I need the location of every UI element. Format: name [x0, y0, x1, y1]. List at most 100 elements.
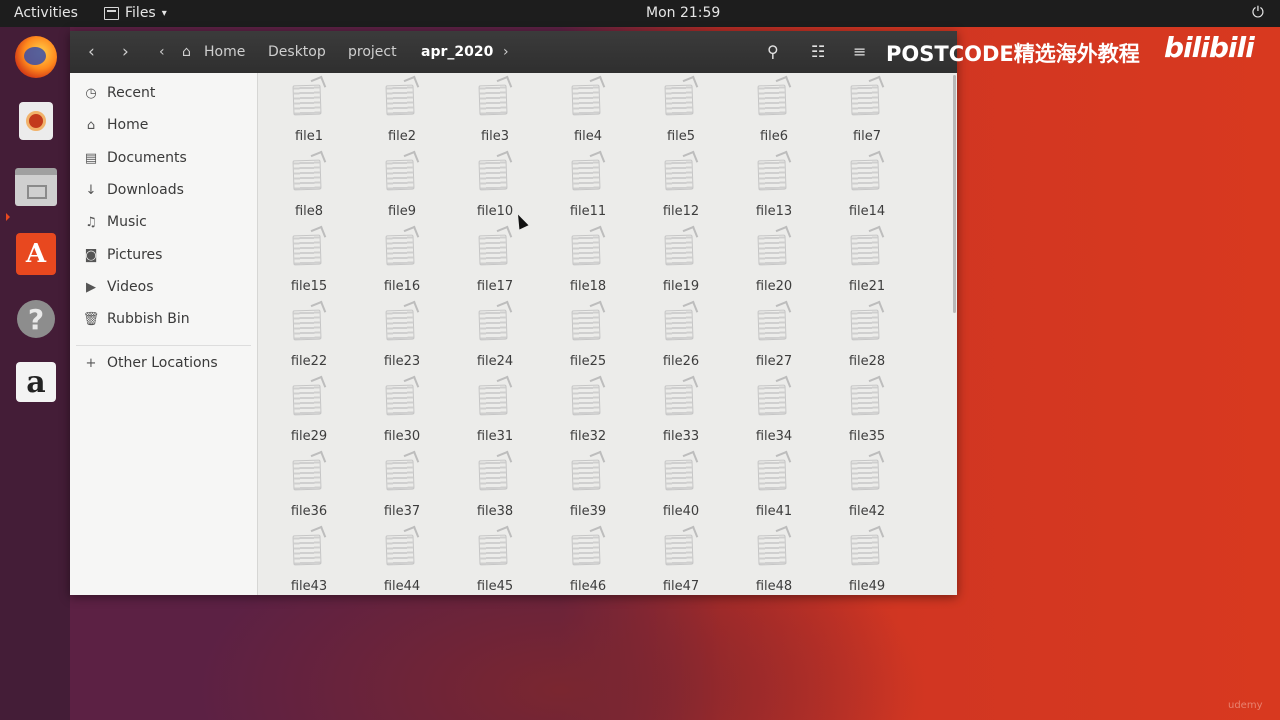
file-item[interactable]: file22 — [269, 298, 349, 369]
breadcrumb-home[interactable]: Home — [204, 44, 245, 60]
file-item[interactable]: file11 — [548, 148, 628, 219]
home-icon: ⌂ — [182, 44, 191, 60]
view-options-icon[interactable]: ☷ — [811, 42, 825, 61]
file-item[interactable]: file13 — [734, 148, 814, 219]
file-item[interactable]: file17 — [455, 223, 535, 294]
file-label: file9 — [387, 204, 417, 219]
file-item[interactable]: file24 — [455, 298, 535, 369]
file-item[interactable]: file41 — [734, 448, 814, 519]
file-label: file25 — [569, 354, 607, 369]
file-label: file6 — [759, 129, 789, 144]
file-item[interactable]: file18 — [548, 223, 628, 294]
files-window: ‹ › ‹ ⌂ Home Desktop project apr_2020 › … — [70, 31, 1140, 595]
text-file-icon — [385, 159, 415, 191]
forward-button[interactable]: › — [122, 42, 129, 62]
file-item[interactable]: file3 — [455, 73, 535, 144]
scrollbar[interactable] — [953, 75, 956, 313]
file-item[interactable]: file5 — [641, 73, 721, 144]
breadcrumb-project[interactable]: project — [348, 44, 397, 60]
file-item[interactable]: file35 — [827, 373, 907, 444]
file-item[interactable]: file42 — [827, 448, 907, 519]
file-item[interactable]: file19 — [641, 223, 721, 294]
file-item[interactable]: file1 — [269, 73, 349, 144]
file-item[interactable]: file29 — [269, 373, 349, 444]
sidebar-item-documents[interactable]: ▤ Documents — [82, 147, 187, 169]
sidebar-item-home[interactable]: ⌂ Home — [82, 114, 148, 136]
sidebar-item-label: Rubbish Bin — [107, 311, 190, 327]
menu-icon[interactable]: ≡ — [853, 42, 866, 61]
sidebar-item-recent[interactable]: ◷ Recent — [82, 82, 155, 104]
file-item[interactable]: file8 — [269, 148, 349, 219]
file-item[interactable]: file45 — [455, 523, 535, 594]
file-item[interactable]: file46 — [548, 523, 628, 594]
file-item[interactable]: file34 — [734, 373, 814, 444]
file-item[interactable]: file23 — [362, 298, 442, 369]
power-icon[interactable]: ⏻ — [1252, 3, 1264, 21]
sidebar-item-label: Documents — [107, 150, 187, 166]
dock-item-help[interactable]: ? — [14, 297, 58, 341]
file-item[interactable]: file9 — [362, 148, 442, 219]
rhythmbox-icon — [19, 102, 53, 140]
file-item[interactable]: file4 — [548, 73, 628, 144]
file-item[interactable]: file39 — [548, 448, 628, 519]
text-file-icon — [385, 234, 415, 266]
file-label: file45 — [476, 579, 514, 594]
app-menu-button[interactable]: Files ▾ — [104, 5, 167, 21]
sidebar-item-music[interactable]: ♫ Music — [82, 211, 147, 233]
sidebar-item-pictures[interactable]: ◙ Pictures — [82, 244, 163, 266]
file-item[interactable]: file44 — [362, 523, 442, 594]
sidebar-divider — [76, 345, 251, 346]
file-item[interactable]: file26 — [641, 298, 721, 369]
clock[interactable]: Mon 21:59 — [646, 5, 720, 21]
file-item[interactable]: file7 — [827, 73, 907, 144]
breadcrumb-desktop[interactable]: Desktop — [268, 44, 326, 60]
text-file-icon — [664, 84, 694, 116]
file-item[interactable]: file16 — [362, 223, 442, 294]
sidebar-item-videos[interactable]: ▶ Videos — [82, 276, 154, 298]
file-item[interactable]: file21 — [827, 223, 907, 294]
file-item[interactable]: file14 — [827, 148, 907, 219]
dock-item-files[interactable] — [14, 165, 58, 209]
file-label: file34 — [755, 429, 793, 444]
file-item[interactable]: file48 — [734, 523, 814, 594]
breadcrumb-scroll-left-button[interactable]: ‹ — [159, 44, 165, 60]
dock-item-amazon[interactable]: a — [14, 360, 58, 404]
breadcrumb-scroll-right-button[interactable]: › — [503, 44, 509, 60]
text-file-icon — [571, 459, 601, 491]
file-item[interactable]: file25 — [548, 298, 628, 369]
file-label: file16 — [383, 279, 421, 294]
sidebar-item-downloads[interactable]: ↓ Downloads — [82, 179, 184, 201]
file-item[interactable]: file38 — [455, 448, 535, 519]
text-file-icon — [385, 84, 415, 116]
file-item[interactable]: file37 — [362, 448, 442, 519]
sidebar-item-other-locations[interactable]: + Other Locations — [82, 352, 218, 374]
file-item[interactable]: file28 — [827, 298, 907, 369]
text-file-icon — [292, 459, 322, 491]
file-item[interactable]: file6 — [734, 73, 814, 144]
text-file-icon — [478, 534, 508, 566]
sidebar-item-label: Other Locations — [107, 355, 218, 371]
dock-item-rhythmbox[interactable] — [14, 99, 58, 143]
file-item[interactable]: file27 — [734, 298, 814, 369]
activities-button[interactable]: Activities — [14, 5, 78, 21]
file-item[interactable]: file2 — [362, 73, 442, 144]
back-button[interactable]: ‹ — [88, 42, 95, 62]
file-item[interactable]: file43 — [269, 523, 349, 594]
file-item[interactable]: file32 — [548, 373, 628, 444]
file-item[interactable]: file33 — [641, 373, 721, 444]
file-item[interactable]: file49 — [827, 523, 907, 594]
file-item[interactable]: file36 — [269, 448, 349, 519]
file-item[interactable]: file40 — [641, 448, 721, 519]
file-item[interactable]: file12 — [641, 148, 721, 219]
sidebar-item-rubbish-bin[interactable]: 🗑 Rubbish Bin — [82, 308, 190, 330]
breadcrumb-apr-2020[interactable]: apr_2020 — [421, 44, 493, 60]
search-icon[interactable]: ⚲ — [767, 42, 779, 61]
file-item[interactable]: file15 — [269, 223, 349, 294]
file-item[interactable]: file47 — [641, 523, 721, 594]
dock-item-software[interactable]: A — [14, 232, 58, 276]
file-item[interactable]: file31 — [455, 373, 535, 444]
file-item[interactable]: file10 — [455, 148, 535, 219]
file-item[interactable]: file30 — [362, 373, 442, 444]
file-item[interactable]: file20 — [734, 223, 814, 294]
dock-item-firefox[interactable] — [14, 35, 58, 79]
